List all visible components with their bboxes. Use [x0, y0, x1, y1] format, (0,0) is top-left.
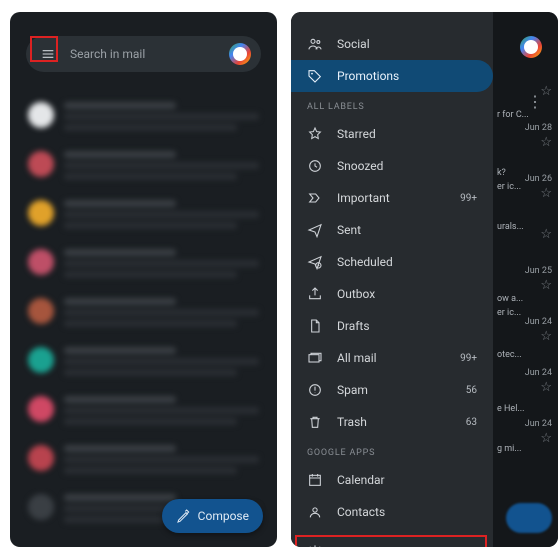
- drafts-icon: [307, 318, 323, 334]
- drawer-item-trash[interactable]: Trash 63: [291, 406, 493, 438]
- left-phone-frame: Search in mail Compose: [10, 12, 277, 547]
- scheduled-icon: [307, 254, 323, 270]
- mail-row[interactable]: [22, 143, 273, 192]
- bg-date: Jun 26☆: [508, 174, 552, 201]
- bg-date: Jun 24☆: [508, 317, 552, 344]
- menu-button[interactable]: [36, 42, 60, 66]
- drawer-label: Scheduled: [337, 255, 393, 269]
- mail-row[interactable]: [22, 290, 273, 339]
- calendar-icon: [307, 472, 323, 488]
- compose-label: Compose: [198, 509, 249, 523]
- mail-row[interactable]: [22, 339, 273, 388]
- drawer-item-scheduled[interactable]: Scheduled: [291, 246, 493, 278]
- bg-date: Jun 24☆: [508, 419, 552, 446]
- drawer-item-settings[interactable]: Settings: [291, 536, 493, 547]
- drawer-item-starred[interactable]: Starred: [291, 118, 493, 150]
- drawer-label: Trash: [337, 415, 367, 429]
- drawer-item-spam[interactable]: Spam 56: [291, 374, 493, 406]
- drawer-label: All mail: [337, 351, 377, 365]
- drawer-item-promotions[interactable]: Promotions: [291, 60, 493, 92]
- bg-date-column: ☆ Jun 28☆ Jun 26☆ ☆ Jun 25☆ Jun 24☆ Jun …: [508, 82, 552, 537]
- account-avatar[interactable]: [520, 36, 542, 58]
- drawer-item-all-mail[interactable]: All mail 99+: [291, 342, 493, 374]
- bg-date: ☆: [508, 225, 552, 242]
- social-icon: [307, 36, 323, 52]
- drawer-label: Snoozed: [337, 159, 383, 173]
- allmail-icon: [307, 350, 323, 366]
- search-placeholder: Search in mail: [70, 47, 219, 61]
- drawer-count: 56: [466, 385, 477, 396]
- right-phone-frame: ⋮ r for C... k? er ic... urals... ow a..…: [291, 12, 558, 547]
- pencil-icon: [176, 508, 192, 524]
- mail-row[interactable]: [22, 94, 273, 143]
- bg-date: Jun 25☆: [508, 266, 552, 293]
- navigation-drawer: Social Promotions ALL LABELS Starred Sno…: [291, 12, 493, 547]
- drawer-section-all-labels: ALL LABELS: [291, 92, 493, 118]
- drawer-count: 99+: [460, 193, 477, 204]
- drawer-item-snoozed[interactable]: Snoozed: [291, 150, 493, 182]
- drawer-label: Important: [337, 191, 390, 205]
- contacts-icon: [307, 504, 323, 520]
- mail-list[interactable]: [22, 94, 273, 529]
- drawer-item-outbox[interactable]: Outbox: [291, 278, 493, 310]
- drawer-item-social[interactable]: Social: [291, 28, 493, 60]
- drawer-label: Social: [337, 37, 370, 51]
- mail-row[interactable]: [22, 437, 273, 486]
- mail-row[interactable]: [22, 192, 273, 241]
- drawer-count: 63: [466, 417, 477, 428]
- sent-icon: [307, 222, 323, 238]
- drawer-item-calendar[interactable]: Calendar: [291, 464, 493, 496]
- drawer-label: Contacts: [337, 505, 385, 519]
- drawer-label: Starred: [337, 127, 376, 141]
- bg-date: ☆: [508, 82, 552, 99]
- drawer-item-drafts[interactable]: Drafts: [291, 310, 493, 342]
- compose-button-partial[interactable]: [506, 503, 552, 533]
- account-avatar[interactable]: [229, 43, 251, 65]
- bg-date: Jun 24☆: [508, 368, 552, 395]
- compose-button[interactable]: Compose: [162, 499, 263, 533]
- tag-icon: [307, 68, 323, 84]
- drawer-label: Settings: [337, 545, 381, 547]
- gear-icon: [307, 544, 323, 547]
- drawer-label: Promotions: [337, 69, 399, 83]
- bg-date: Jun 28☆: [508, 123, 552, 150]
- mail-row[interactable]: [22, 241, 273, 290]
- clock-icon: [307, 158, 323, 174]
- drawer-section-google-apps: GOOGLE APPS: [291, 438, 493, 464]
- drawer-label: Drafts: [337, 319, 370, 333]
- drawer-label: Outbox: [337, 287, 375, 301]
- drawer-item-contacts[interactable]: Contacts: [291, 496, 493, 528]
- drawer-count: 99+: [460, 353, 477, 364]
- drawer-label: Calendar: [337, 473, 385, 487]
- outbox-icon: [307, 286, 323, 302]
- star-icon: [307, 126, 323, 142]
- trash-icon: [307, 414, 323, 430]
- hamburger-icon: [40, 46, 56, 62]
- drawer-label: Sent: [337, 223, 361, 237]
- drawer-item-sent[interactable]: Sent: [291, 214, 493, 246]
- drawer-item-important[interactable]: Important 99+: [291, 182, 493, 214]
- important-icon: [307, 190, 323, 206]
- search-bar[interactable]: Search in mail: [26, 36, 261, 72]
- drawer-label: Spam: [337, 383, 368, 397]
- mail-row[interactable]: [22, 388, 273, 437]
- spam-icon: [307, 382, 323, 398]
